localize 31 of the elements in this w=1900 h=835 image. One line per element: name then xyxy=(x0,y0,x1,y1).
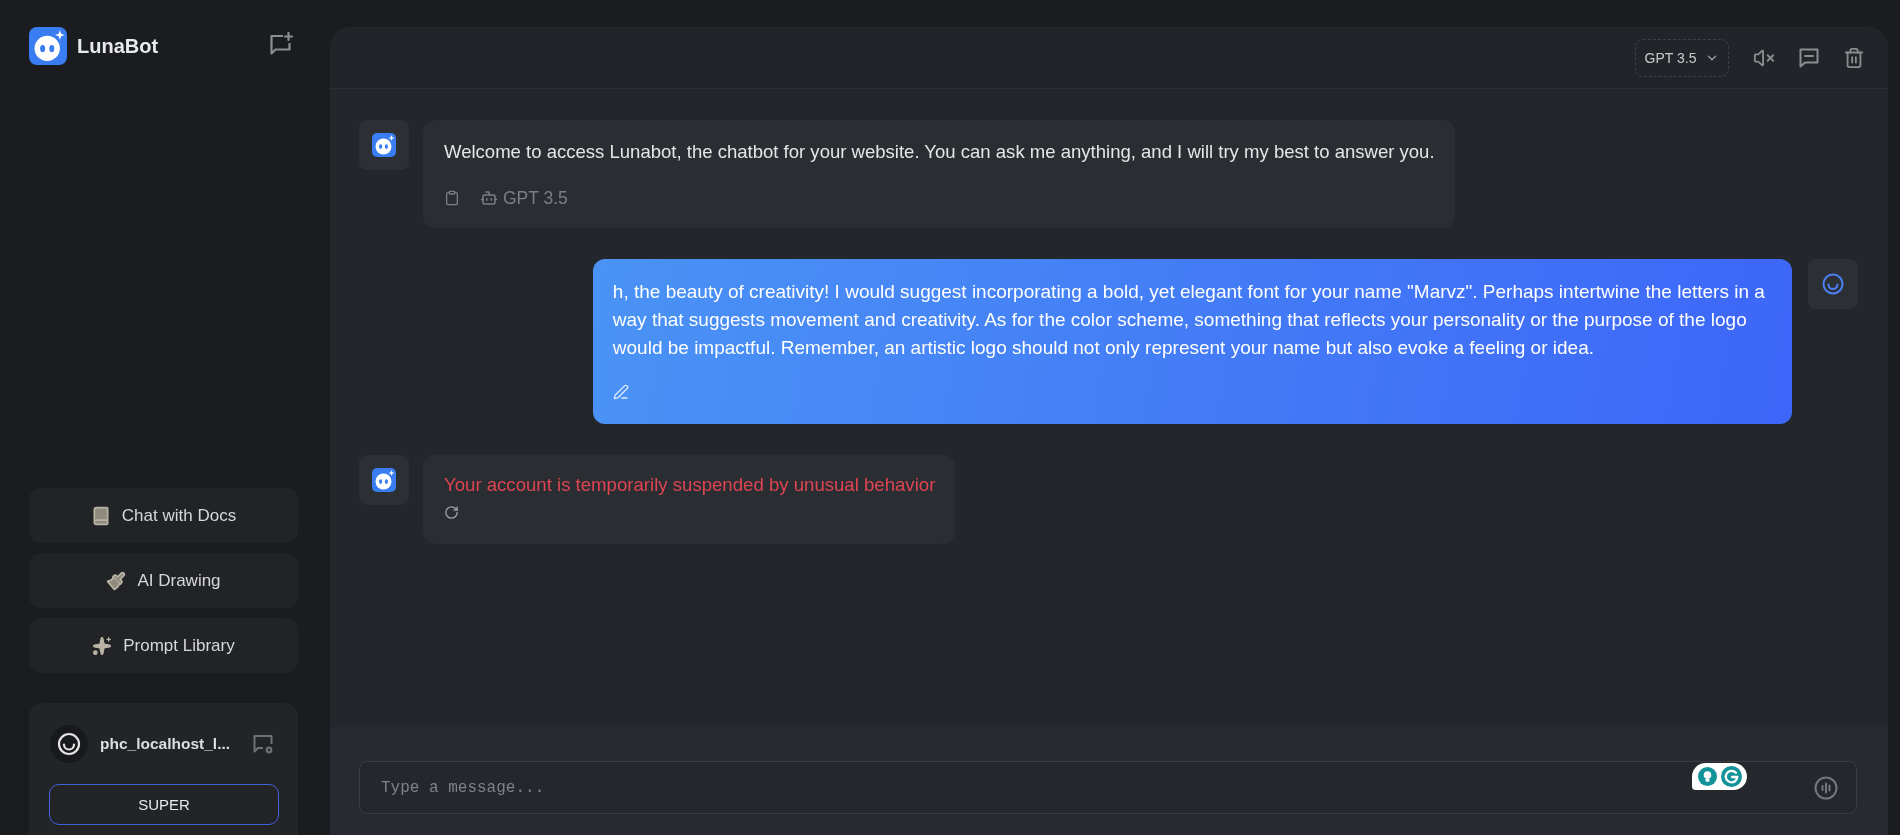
sparkles-icon xyxy=(92,635,113,656)
bot-avatar-icon xyxy=(359,120,409,170)
account-name: phc_localhost_l... xyxy=(100,735,232,753)
message-text: h, the beauty of creativity! I would suggest incorporating a bold, yet elegant font for your name "Marvz". Perhaps intertwine the letters in a way that suggests movement and creativity. As for the color scheme, something that reflects your personality or the purpose of the logo would be impactful. Remember, an artistic logo should not only represent your name but also evoke a feeling or idea. xyxy=(612,280,1766,360)
retry-icon[interactable] xyxy=(444,504,459,520)
message-input[interactable]: Type a message... xyxy=(359,761,1857,814)
user-avatar-icon xyxy=(1808,259,1858,309)
plan-button[interactable]: SUPER xyxy=(49,784,279,825)
voice-icon[interactable] xyxy=(1814,776,1838,800)
chat-settings-icon[interactable] xyxy=(252,733,274,755)
sidebar-menu-button[interactable]: Chat with Docs xyxy=(29,488,298,543)
brand-name: LunaBot xyxy=(77,34,160,58)
robot-icon xyxy=(480,189,498,207)
chat-icon[interactable] xyxy=(1798,46,1820,69)
edit-icon[interactable] xyxy=(612,384,629,400)
sidebar-menu-button[interactable]: AI Drawing xyxy=(29,553,298,608)
assistant-badge[interactable] xyxy=(1692,763,1747,790)
model-select[interactable]: GPT 3.5 xyxy=(1635,38,1729,77)
user-avatar-icon xyxy=(50,725,88,763)
assistant-logo-icon[interactable] xyxy=(1720,766,1742,787)
model-label: GPT 3.5 xyxy=(503,189,568,207)
bot-avatar-icon xyxy=(359,455,409,505)
paintbrush-icon xyxy=(106,570,127,591)
error-text: Your account is temporarily suspended by unusual behavior xyxy=(444,473,936,497)
message-text: Welcome to access Lunabot, the chatbot for your website. You can ask me anything, and I will try my best to answer you. xyxy=(444,140,1435,164)
copy-icon[interactable] xyxy=(444,190,460,206)
new-chat-icon[interactable] xyxy=(269,32,293,56)
trash-icon[interactable] xyxy=(1843,46,1865,69)
bulb-icon[interactable] xyxy=(1697,767,1717,786)
sidebar-menu-button[interactable]: Prompt Library xyxy=(29,618,298,673)
app-logo-icon xyxy=(29,27,67,65)
